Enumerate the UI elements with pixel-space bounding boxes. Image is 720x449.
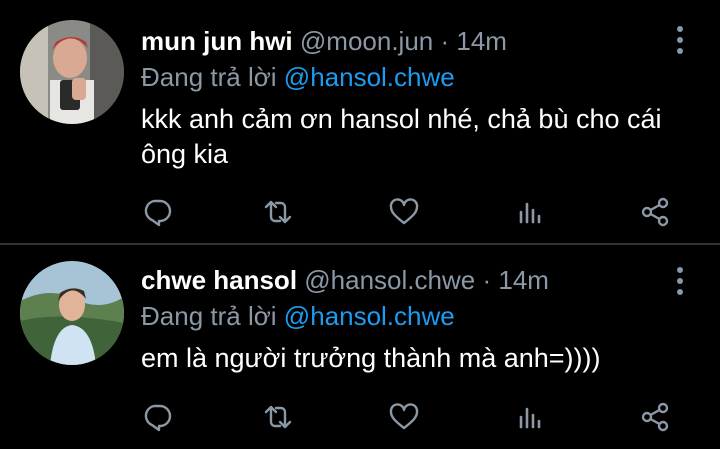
retweet-icon[interactable] — [262, 196, 294, 228]
tweet[interactable]: chwe hansol @hansol.chwe · 14m Đang trả … — [0, 245, 720, 449]
display-name[interactable]: mun jun hwi — [141, 26, 293, 56]
share-icon[interactable] — [639, 196, 671, 228]
reply-icon[interactable] — [141, 401, 173, 433]
user-handle[interactable]: @hansol.chwe — [304, 265, 475, 295]
display-name[interactable]: chwe hansol — [141, 265, 297, 295]
reply-to-handle[interactable]: @hansol.chwe — [284, 62, 455, 92]
timestamp[interactable]: 14m — [456, 26, 507, 56]
heart-icon[interactable] — [388, 401, 420, 433]
reply-context: Đang trả lời @hansol.chwe — [141, 60, 680, 94]
tweet-actions — [141, 401, 681, 433]
reply-prefix: Đang trả lời — [141, 301, 277, 331]
tweet-header: chwe hansol @hansol.chwe · 14m — [141, 263, 680, 297]
user-handle[interactable]: @moon.jun — [300, 26, 433, 56]
separator-dot: · — [482, 265, 492, 295]
tweet-text: kkk anh cảm ơn hansol nhé, chả bù cho cá… — [141, 104, 662, 169]
tweet-text: em là người trưởng thành mà anh=)))) — [141, 343, 601, 373]
retweet-icon[interactable] — [262, 401, 294, 433]
timestamp[interactable]: 14m — [498, 265, 549, 295]
tweet-content: chwe hansol @hansol.chwe · 14m Đang trả … — [141, 263, 680, 376]
tweet[interactable]: mun jun hwi @moon.jun · 14m Đang trả lời… — [0, 0, 720, 243]
tweet-actions — [141, 196, 681, 228]
reply-to-handle[interactable]: @hansol.chwe — [284, 301, 455, 331]
reply-icon[interactable] — [141, 196, 173, 228]
more-vertical-icon[interactable] — [674, 267, 686, 295]
avatar[interactable] — [20, 261, 124, 365]
stats-icon[interactable] — [515, 196, 547, 228]
tweet-header: mun jun hwi @moon.jun · 14m — [141, 24, 680, 58]
reply-prefix: Đang trả lời — [141, 62, 277, 92]
share-icon[interactable] — [639, 401, 671, 433]
separator-dot: · — [440, 26, 450, 56]
tweet-content: mun jun hwi @moon.jun · 14m Đang trả lời… — [141, 24, 680, 172]
avatar[interactable] — [20, 20, 124, 124]
stats-icon[interactable] — [515, 401, 547, 433]
reply-context: Đang trả lời @hansol.chwe — [141, 299, 680, 333]
heart-icon[interactable] — [388, 196, 420, 228]
more-vertical-icon[interactable] — [674, 26, 686, 54]
